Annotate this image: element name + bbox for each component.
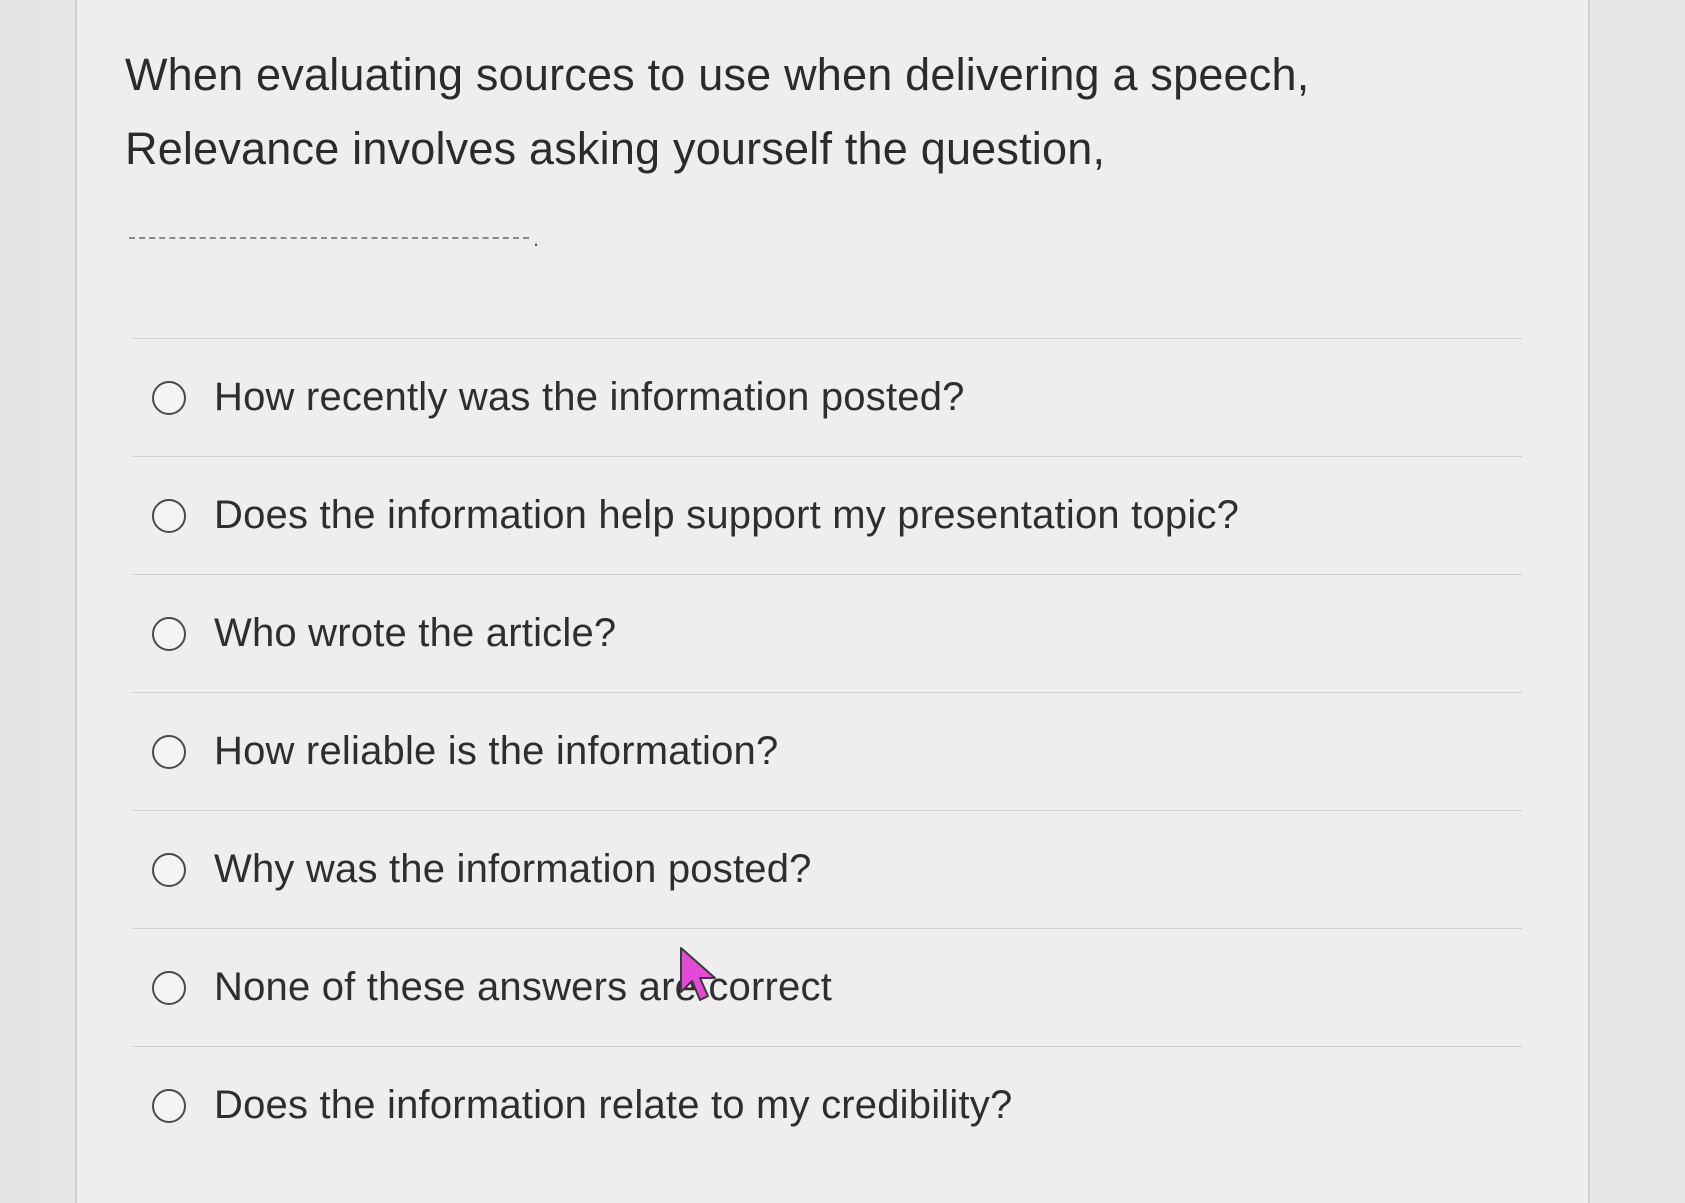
question-prompt: When evaluating sources to use when deli… [125, 38, 1525, 186]
answer-option[interactable]: Why was the information posted? [132, 810, 1522, 928]
radio-unchecked-icon[interactable] [152, 616, 186, 651]
radio-unchecked-icon[interactable] [152, 380, 186, 415]
answer-label: Who wrote the article? [214, 611, 617, 655]
answer-option[interactable]: How reliable is the information? [132, 692, 1522, 810]
answer-label: Why was the information posted? [214, 847, 812, 891]
answer-label: Does the information relate to my credib… [214, 1083, 1013, 1127]
answer-label: How recently was the information posted? [214, 375, 965, 419]
answer-option[interactable]: Who wrote the article? [132, 574, 1522, 692]
answer-option[interactable]: None of these answers are correct [132, 928, 1522, 1046]
screen: When evaluating sources to use when deli… [0, 0, 1685, 1203]
answer-option[interactable]: Does the information help support my pre… [132, 456, 1522, 574]
question-line-2: Relevance involves asking yourself the q… [125, 123, 1106, 174]
mouse-pointer-icon [680, 947, 716, 1001]
answer-options: How recently was the information posted?… [132, 338, 1522, 1164]
radio-unchecked-icon[interactable] [152, 498, 186, 533]
blank-period: . [533, 226, 540, 251]
radio-unchecked-icon[interactable] [152, 852, 186, 887]
radio-unchecked-icon[interactable] [152, 1088, 186, 1123]
answer-option[interactable]: Does the information relate to my credib… [132, 1046, 1522, 1164]
answer-blank [129, 237, 529, 239]
answer-label: How reliable is the information? [214, 729, 779, 773]
answer-option[interactable]: How recently was the information posted? [132, 338, 1522, 456]
question-line-1: When evaluating sources to use when deli… [125, 49, 1310, 100]
radio-unchecked-icon[interactable] [152, 970, 186, 1005]
answer-label: Does the information help support my pre… [214, 493, 1240, 537]
quiz-question-panel: When evaluating sources to use when deli… [75, 0, 1590, 1203]
radio-unchecked-icon[interactable] [152, 734, 186, 769]
answer-label: None of these answers are correct [214, 965, 833, 1009]
